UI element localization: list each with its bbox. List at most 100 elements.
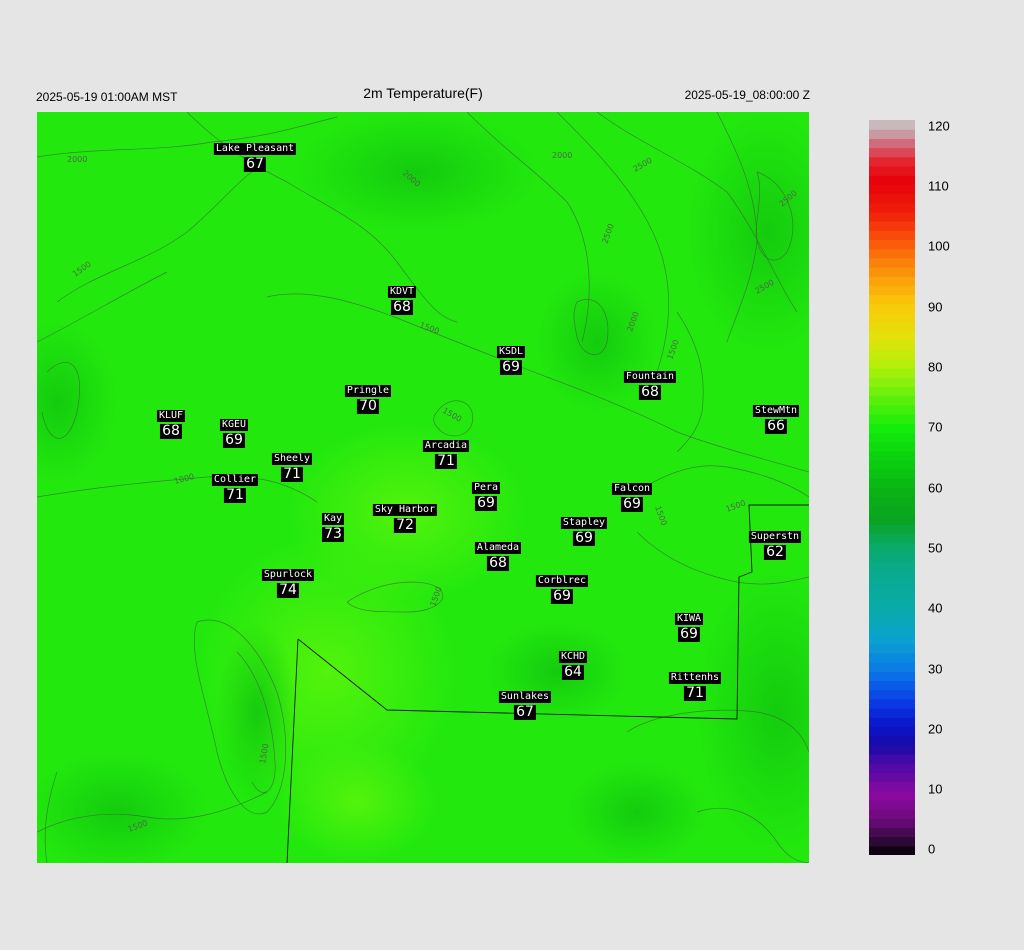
- station-marker[interactable]: Superstn 62: [748, 527, 802, 560]
- colorbar-band: [869, 680, 915, 691]
- colorbar-band: [869, 616, 915, 626]
- station-marker[interactable]: Sheely 71: [271, 449, 313, 482]
- station-name: Stapley: [560, 517, 608, 529]
- station-marker[interactable]: Sunlakes 67: [498, 687, 552, 720]
- station-temperature: 68: [639, 384, 661, 400]
- station-name: Rittenhs: [668, 672, 722, 684]
- contour-label: 1500: [653, 505, 668, 527]
- colorbar-band: [869, 386, 915, 397]
- station-temperature: 68: [160, 423, 182, 439]
- colorbar-band: [869, 662, 915, 672]
- colorbar-band: [869, 414, 915, 424]
- station-marker[interactable]: KIWA 69: [674, 609, 704, 642]
- colorbar-band: [869, 165, 915, 176]
- colorbar-band: [869, 763, 915, 773]
- station-temperature: 68: [487, 555, 509, 571]
- colorbar-band: [869, 432, 915, 443]
- colorbar-band: [869, 404, 915, 415]
- station-name: Kay: [321, 513, 345, 525]
- colorbar-band: [869, 312, 915, 323]
- colorbar-band: [869, 368, 915, 378]
- colorbar-band: [869, 294, 915, 305]
- station-marker[interactable]: Kay 73: [321, 509, 345, 542]
- colorbar-band: [869, 267, 915, 277]
- station-marker[interactable]: KSDL 69: [496, 342, 526, 375]
- station-name: Collier: [211, 474, 259, 486]
- colorbar-tick-label: 60: [928, 480, 943, 496]
- colorbar-band: [869, 469, 915, 479]
- station-marker[interactable]: Pringle 70: [344, 381, 392, 414]
- colorbar-band: [869, 441, 915, 452]
- station-marker[interactable]: Corblrec 69: [535, 571, 589, 604]
- colorbar-band: [869, 799, 915, 810]
- station-marker[interactable]: Stapley 69: [560, 513, 608, 546]
- colorbar-band: [869, 147, 915, 158]
- station-marker[interactable]: StewMtn 66: [752, 401, 800, 434]
- colorbar-band: [869, 790, 915, 801]
- station-marker[interactable]: Falcon 69: [611, 479, 653, 512]
- colorbar-band: [869, 561, 915, 571]
- colorbar-band: [869, 349, 915, 360]
- station-temperature: 67: [244, 156, 266, 172]
- contour-label: 1500: [725, 498, 747, 513]
- colorbar-band: [869, 156, 915, 167]
- colorbar-band: [869, 827, 915, 838]
- colorbar-band: [869, 643, 915, 654]
- station-temperature: 69: [621, 496, 643, 512]
- colorbar-tick-label: 20: [928, 721, 943, 737]
- station-marker[interactable]: Spurlock 74: [261, 565, 315, 598]
- station-name: Arcadia: [422, 440, 470, 452]
- colorbar-band: [869, 202, 915, 213]
- colorbar-band: [869, 193, 915, 204]
- colorbar-tick-label: 70: [928, 419, 943, 435]
- station-marker[interactable]: Fountain 68: [623, 367, 677, 400]
- station-temperature: 74: [277, 582, 299, 598]
- colorbar-band: [869, 358, 915, 369]
- colorbar-band: [869, 459, 915, 470]
- station-temperature: 69: [500, 359, 522, 375]
- colorbar-band: [869, 276, 915, 286]
- station-marker[interactable]: Rittenhs 71: [668, 668, 722, 701]
- temperature-map[interactable]: 2000 2000 2000 2500 2500 2500 2500 2000 …: [37, 112, 809, 863]
- station-marker[interactable]: Sky Harbor 72: [372, 500, 438, 533]
- station-marker[interactable]: Collier 71: [211, 470, 259, 503]
- station-marker[interactable]: KDVT 68: [387, 282, 417, 315]
- station-name: Spurlock: [261, 569, 315, 581]
- colorbar-band: [869, 239, 915, 250]
- station-name: Fountain: [623, 371, 677, 383]
- contour-label: 1500: [665, 338, 680, 360]
- colorbar-band: [869, 487, 915, 498]
- station-marker[interactable]: KCHD 64: [558, 647, 588, 680]
- colorbar-tick-label: 120: [928, 118, 950, 134]
- station-marker[interactable]: Pera 69: [471, 478, 501, 511]
- colorbar-tick-label: 80: [928, 359, 943, 375]
- station-temperature: 70: [357, 398, 379, 414]
- station-marker[interactable]: Arcadia 71: [422, 436, 470, 469]
- station-temperature: 62: [764, 544, 786, 560]
- warm-zone: [277, 742, 437, 862]
- station-name: Corblrec: [535, 575, 589, 587]
- station-marker[interactable]: KLUF 68: [156, 406, 186, 439]
- cool-zone: [297, 112, 537, 232]
- station-marker[interactable]: KGEU 69: [219, 415, 249, 448]
- contour-label: 2500: [632, 156, 654, 174]
- station-marker[interactable]: Lake Pleasant 67: [213, 139, 297, 172]
- colorbar-tick-label: 10: [928, 781, 943, 797]
- station-marker[interactable]: Alameda 68: [474, 538, 522, 571]
- colorbar-band: [869, 588, 915, 599]
- colorbar-band: [869, 753, 915, 764]
- station-temperature: 67: [514, 704, 536, 720]
- contour-line: [37, 271, 168, 343]
- terrain-layer: 2000 2000 2000 2500 2500 2500 2500 2000 …: [37, 112, 809, 863]
- colorbar-tick-label: 90: [928, 299, 943, 315]
- colorbar-band: [869, 652, 915, 663]
- colorbar-tick-label: 30: [928, 661, 943, 677]
- station-name: StewMtn: [752, 405, 800, 417]
- colorbar-band: [869, 221, 915, 231]
- colorbar-band: [869, 671, 915, 682]
- station-name: Superstn: [748, 531, 802, 543]
- contour-label: 1500: [71, 260, 93, 279]
- cool-zone: [37, 322, 117, 482]
- station-name: Pringle: [344, 385, 392, 397]
- colorbar-band: [869, 836, 915, 847]
